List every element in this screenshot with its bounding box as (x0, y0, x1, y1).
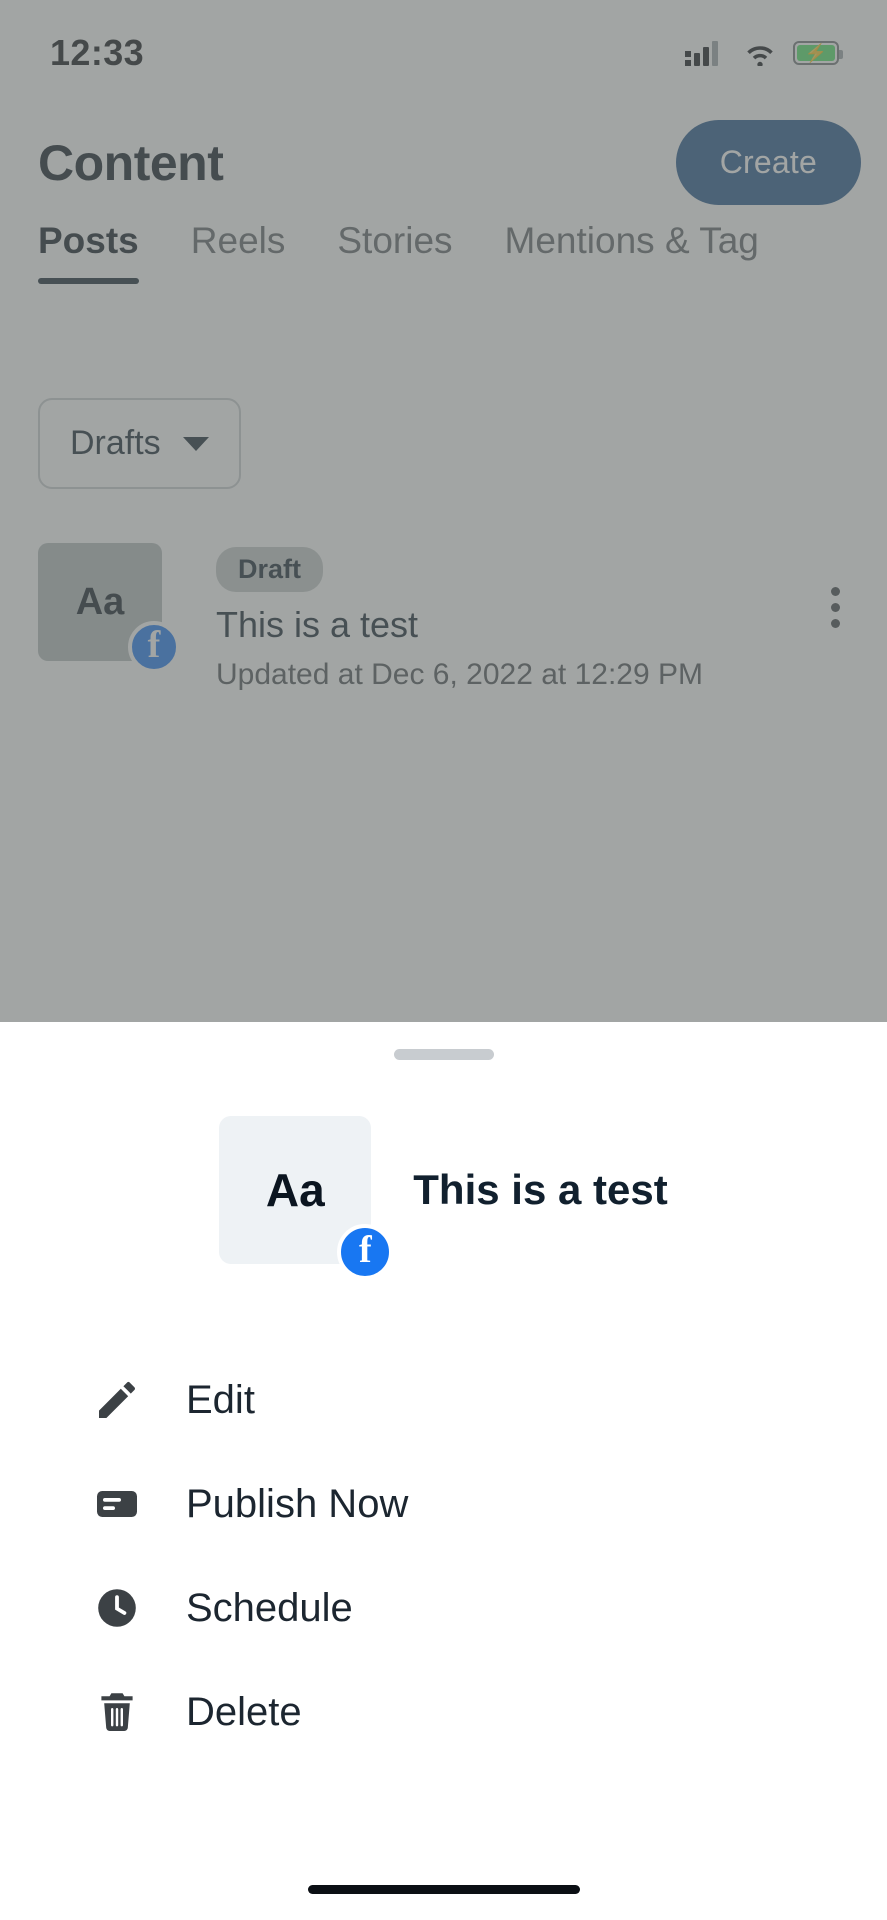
menu-item-schedule[interactable]: Schedule (0, 1556, 887, 1660)
facebook-icon: f (337, 1224, 394, 1280)
tab-stories[interactable]: Stories (337, 220, 452, 284)
post-thumbnail: Aa f (38, 543, 180, 673)
pencil-icon (90, 1373, 144, 1427)
menu-item-edit[interactable]: Edit (0, 1348, 887, 1452)
post-subtitle: Updated at Dec 6, 2022 at 12:29 PM (216, 658, 703, 691)
menu-item-label: Edit (186, 1377, 255, 1422)
drafts-filter-label: Drafts (70, 424, 161, 462)
status-time: 12:33 (50, 31, 145, 73)
post-title: This is a test (216, 604, 419, 645)
tab-reels[interactable]: Reels (191, 220, 286, 284)
facebook-icon: f (128, 621, 180, 673)
trash-icon (90, 1685, 144, 1739)
drafts-filter-dropdown[interactable]: Drafts (38, 398, 241, 489)
cellular-signal-icon (685, 40, 727, 66)
menu-item-publish-now[interactable]: Publish Now (0, 1452, 887, 1556)
chevron-down-icon (182, 436, 209, 451)
menu-item-label: Schedule (186, 1585, 353, 1630)
sheet-post-thumbnail: Aa f (219, 1116, 394, 1280)
page-title: Content (38, 134, 224, 191)
sheet-grabber-handle[interactable] (393, 1049, 494, 1060)
tab-posts[interactable]: Posts (38, 220, 139, 284)
tab-mentions-and-tags[interactable]: Mentions & Tag (505, 220, 759, 284)
content-tabs: Posts Reels Stories Mentions & Tag (0, 220, 759, 284)
app-header: Content Create (0, 105, 887, 220)
bottom-sheet: Aa f This is a test Edit Publish Now Sch… (0, 1022, 887, 1920)
phone-screen: 12:33 ⚡ Content Create Posts Reels Stori… (0, 0, 887, 1920)
battery-charging-icon: ⚡ (793, 40, 843, 65)
post-meta: Draft This is a test Updated at Dec 6, 2… (216, 543, 807, 692)
menu-item-delete[interactable]: Delete (0, 1660, 887, 1764)
status-bar: 12:33 ⚡ (0, 0, 887, 105)
menu-item-label: Publish Now (186, 1481, 409, 1526)
sheet-menu: Edit Publish Now Schedule Delete (0, 1348, 887, 1764)
kebab-menu-icon[interactable] (807, 543, 863, 628)
sheet-header: Aa f This is a test (0, 1116, 887, 1280)
clock-icon (90, 1581, 144, 1635)
home-indicator (307, 1885, 580, 1894)
status-badge: Draft (216, 547, 324, 592)
publish-card-icon (90, 1477, 144, 1531)
sheet-thumbnail-text: Aa (265, 1164, 325, 1216)
menu-item-label: Delete (186, 1689, 302, 1734)
sheet-post-title: This is a test (413, 1166, 668, 1213)
status-icons: ⚡ (685, 40, 843, 66)
wifi-icon (747, 45, 773, 66)
post-thumbnail-text: Aa (75, 580, 125, 623)
create-button[interactable]: Create (675, 120, 861, 205)
post-list-item[interactable]: Aa f Draft This is a test Updated at Dec… (0, 543, 887, 691)
